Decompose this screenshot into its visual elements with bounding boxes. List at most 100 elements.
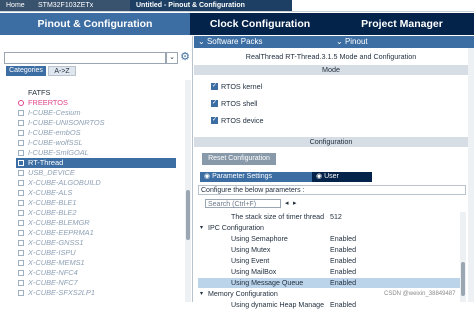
tree-item-label: I-CUBE-wolfSSL (28, 138, 83, 147)
parameter-row[interactable]: Using MailBox Enabled (198, 267, 466, 277)
collapse-arrow-icon[interactable]: ▾ (200, 223, 203, 233)
tree-item[interactable]: X-CUBE-MEMS1 (16, 258, 176, 268)
tab-a-to-z[interactable]: A->Z (48, 66, 76, 76)
tab-user-constants[interactable]: ◉ User Constants (312, 172, 372, 190)
gear-icon[interactable]: ⚙ (179, 51, 191, 63)
tree-item[interactable]: I-CUBE-UNISONRTOS (16, 118, 176, 128)
parameter-value[interactable]: Enabled (330, 256, 356, 266)
tree-item[interactable]: X-CUBE-ALS (16, 188, 176, 198)
tree-item[interactable]: X-CUBE-BLE2 (16, 208, 176, 218)
configure-below-text: Configure the below parameters : (198, 185, 466, 195)
parameter-group[interactable]: ▾ IPC Configuration (198, 223, 466, 233)
rtos-shell-label: RTOS shell (221, 99, 258, 108)
tree-item[interactable]: X-CUBE-BLEMGR (16, 218, 176, 228)
parameter-row[interactable]: Using Semaphore Enabled (198, 234, 466, 244)
parameter-row[interactable]: Using Event Enabled (198, 256, 466, 266)
tree-item[interactable]: X-CUBE-NFC7 (16, 278, 176, 288)
tree-item-label: X-CUBE-ALS (28, 188, 73, 197)
search-dropdown-icon[interactable]: ⌄ (166, 52, 178, 64)
parameter-row[interactable]: The stack size of timer thread 512 (198, 212, 466, 222)
collapse-arrow-icon[interactable]: ▾ (200, 289, 203, 299)
tab-clock-configuration[interactable]: Clock Configuration (190, 13, 330, 35)
tree-item-label: I-CUBE-Cesium (28, 108, 81, 117)
expand-box-icon (18, 120, 24, 126)
tree-item-label: X-CUBE-BLE2 (28, 208, 77, 217)
rtos-kernel-checkbox[interactable]: ✓ (211, 83, 218, 90)
tab-pinout-configuration[interactable]: Pinout & Configuration (0, 13, 190, 35)
software-packs-menu[interactable]: ⌄ Software Packs (198, 36, 263, 48)
expand-box-icon (18, 170, 24, 176)
search-next-icon[interactable]: ▸ (293, 199, 297, 207)
tree-item[interactable]: X-CUBE-SFXS2LP1 (16, 288, 176, 298)
tree-item[interactable]: FATFS (16, 88, 176, 98)
tree-item[interactable]: FREERTOS (16, 98, 176, 108)
tree-item[interactable]: X-CUBE-ALGOBUILD (16, 178, 176, 188)
rtos-shell-checkbox[interactable]: ✓ (211, 100, 218, 107)
tree-item[interactable]: I-CUBE-wolfSSL (16, 138, 176, 148)
tree-item-label: X-CUBE-MEMS1 (28, 258, 85, 267)
tree-item-label: X-CUBE-GNSS1 (28, 238, 84, 247)
parameter-name: Using Mutex (231, 246, 271, 254)
tab-project-manager[interactable]: Project Manager (330, 13, 474, 35)
tree-item[interactable]: I-CUBE-Cesium (16, 108, 176, 118)
component-search-input[interactable] (4, 52, 166, 64)
tree-item[interactable]: X-CUBE-BLE1 (16, 198, 176, 208)
tree-item[interactable]: X-CUBE-ISPU (16, 248, 176, 258)
parameter-name: The stack size of timer thread (231, 213, 325, 221)
tree-item-label: X-CUBE-BLE1 (28, 198, 77, 207)
main-vertical-scrollbar[interactable] (468, 48, 474, 302)
watermark: CSDN @weixin_38849487 (384, 291, 456, 297)
tree-item-label: I-CUBE-UNISONRTOS (28, 118, 105, 127)
tab-parameter-settings[interactable]: ◉ Parameter Settings (200, 172, 312, 182)
parameter-value[interactable]: Enabled (330, 278, 356, 288)
tree-item-label: FATFS (28, 88, 51, 97)
parameter-search-input[interactable]: Search (Ctrl+F) (205, 199, 281, 208)
breadcrumb-device[interactable]: STM32F103ZETx (32, 0, 140, 11)
search-prev-icon[interactable]: ◂ (285, 199, 289, 207)
parameter-settings-label: Parameter Settings (212, 173, 272, 180)
rtos-device-checkbox[interactable]: ✓ (211, 117, 218, 124)
tree-item[interactable]: I-CUBE-embOS (16, 128, 176, 138)
main-tab-bar: Pinout & Configuration Clock Configurati… (0, 13, 474, 35)
parameter-value[interactable]: Enabled (330, 234, 356, 244)
rtos-device-label: RTOS device (221, 116, 264, 125)
expand-box-icon (18, 180, 24, 186)
left-scrollbar-thumb[interactable] (186, 190, 190, 240)
tree-item[interactable]: I-CUBE-SmlGOAL (16, 148, 176, 158)
breadcrumb-current[interactable]: Untitled - Pinout & Configuration (130, 0, 302, 11)
tree-item-label: X-CUBE-BLEMGR (28, 218, 90, 227)
parameter-name: Using Event (231, 257, 270, 265)
parameter-scrollbar-thumb[interactable] (461, 262, 465, 296)
tree-item-label: I-CUBE-SmlGOAL (28, 148, 89, 157)
tree-item-label: X-CUBE-NFC4 (28, 268, 78, 277)
reset-configuration-button[interactable]: Reset Configuration (202, 153, 276, 165)
tree-item-label: I-CUBE-embOS (28, 128, 81, 137)
tree-item-label: USB_DEVICE (28, 168, 75, 177)
parameter-row[interactable]: Using Mutex Enabled (198, 245, 466, 255)
tree-item[interactable]: X-CUBE-EEPRMA1 (16, 228, 176, 238)
check-circle-icon: ◉ (204, 173, 211, 180)
panel-title: RealThread RT-Thread.3.1.5 Mode and Conf… (194, 52, 468, 62)
check-circle-icon: ◉ (316, 173, 323, 180)
parameter-value[interactable]: 512 (330, 212, 342, 222)
pinout-menu[interactable]: ⌄ Pinout (336, 36, 368, 48)
expand-box-icon (18, 130, 24, 136)
tree-item-label: X-CUBE-NFC7 (28, 278, 78, 287)
parameter-value[interactable]: Enabled (330, 267, 356, 277)
tree-item[interactable]: X-CUBE-NFC4 (16, 268, 176, 278)
tree-item-label: X-CUBE-SFXS2LP1 (28, 288, 95, 297)
parameter-row[interactable]: Using Message Queue Enabled (198, 278, 466, 288)
configuration-header: Configuration (194, 137, 468, 147)
tree-item-label: RT-Thread (28, 158, 64, 167)
mode-header: Mode (194, 65, 468, 75)
parameter-value[interactable]: Enabled (330, 245, 356, 255)
sub-toolbar: ⌄ Software Packs ⌄ Pinout (194, 36, 474, 48)
expand-box-icon (18, 140, 24, 146)
tree-item[interactable]: X-CUBE-GNSS1 (16, 238, 176, 248)
expand-box-icon (18, 270, 24, 276)
tab-categories[interactable]: Categories (6, 66, 46, 76)
tree-item[interactable]: RT-Thread (16, 158, 176, 168)
tree-item[interactable]: USB_DEVICE (16, 168, 176, 178)
software-packs-label: Software Packs (206, 37, 263, 46)
expand-box-icon (18, 280, 24, 286)
